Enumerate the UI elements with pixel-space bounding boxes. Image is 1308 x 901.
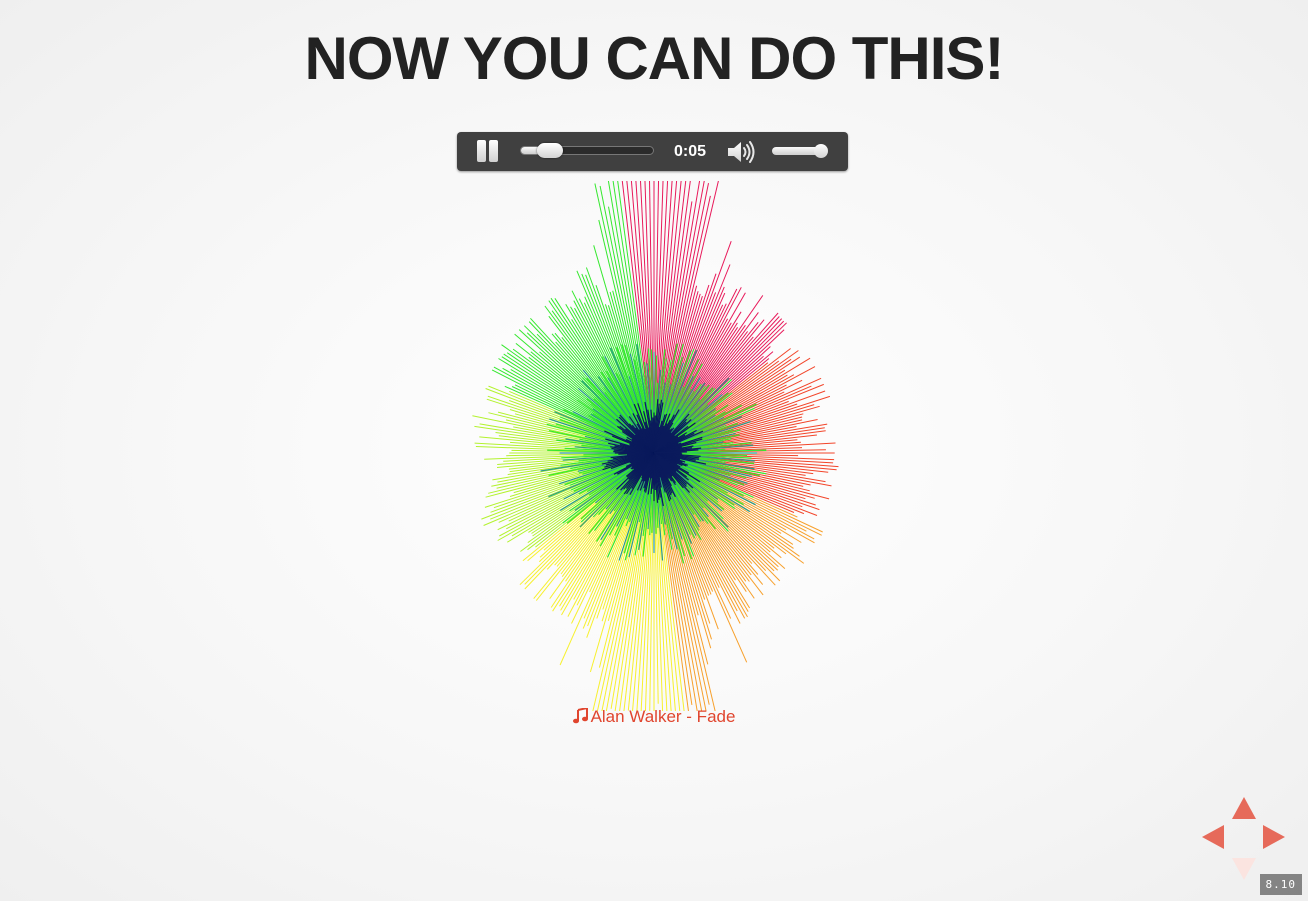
- nav-left-arrow-icon[interactable]: [1202, 825, 1224, 849]
- current-time: 0:05: [673, 143, 707, 160]
- slide-navigation: [1200, 795, 1290, 881]
- volume-slider[interactable]: [772, 144, 829, 158]
- volume-slider-thumb[interactable]: [814, 144, 829, 158]
- pause-icon-bar-left: [477, 140, 486, 162]
- nav-up-arrow-icon[interactable]: [1232, 797, 1256, 819]
- seek-bar[interactable]: [520, 143, 654, 158]
- volume-icon[interactable]: [726, 139, 758, 165]
- music-note-icon: [572, 705, 588, 729]
- slide-title: NOW YOU CAN DO THIS!: [304, 25, 1005, 92]
- audio-player: 0:05: [457, 132, 848, 171]
- nav-down-arrow-icon: [1232, 858, 1256, 880]
- nav-right-arrow-icon[interactable]: [1263, 825, 1285, 849]
- slide-number: 8.10: [1259, 874, 1302, 895]
- song-title: Alan Walker - Fade: [590, 707, 736, 726]
- seek-bar-thumb[interactable]: [537, 143, 564, 158]
- pause-button[interactable]: [476, 140, 500, 164]
- song-label: Alan Walker - Fade: [0, 705, 1308, 729]
- audio-visualizer: [472, 181, 839, 711]
- pause-icon-bar-right: [489, 140, 498, 162]
